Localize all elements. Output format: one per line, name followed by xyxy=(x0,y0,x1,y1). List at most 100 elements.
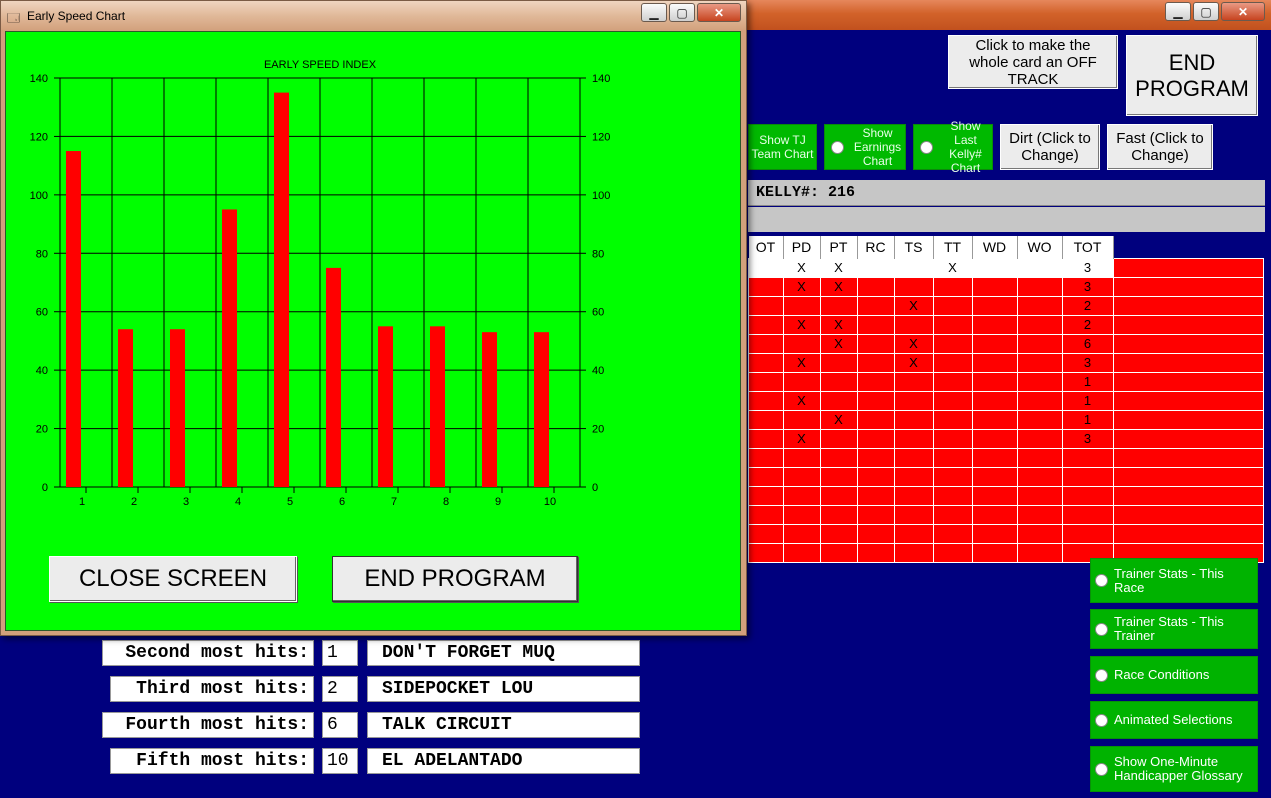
table-cell xyxy=(1016,372,1063,392)
table-cell xyxy=(856,372,895,392)
chart-maximize-button[interactable]: ▢ xyxy=(669,3,695,22)
table-cell: X xyxy=(782,391,821,411)
table-cell xyxy=(932,372,973,392)
fifth-hits-number: 10 xyxy=(322,748,358,774)
chart-window-title-bar[interactable]: 🗔 Early Speed Chart ▁ ▢ ✕ xyxy=(1,1,746,31)
chart-close-button[interactable]: ✕ xyxy=(697,3,741,22)
table-cell xyxy=(819,448,858,468)
trainer-race-radio[interactable] xyxy=(1095,574,1108,587)
fourth-hits-label: Fourth most hits: xyxy=(102,712,314,738)
y-tick-label-left: 40 xyxy=(36,365,48,377)
table-cell xyxy=(971,315,1018,335)
table-cell xyxy=(1061,505,1114,525)
table-cell xyxy=(971,429,1018,449)
column-header-wo: WO xyxy=(1017,236,1063,259)
table-cell xyxy=(748,334,784,354)
column-header-pd: PD xyxy=(783,236,821,259)
close-screen-button[interactable]: CLOSE SCREEN xyxy=(49,556,297,602)
table-cell-filler xyxy=(1113,258,1264,278)
table-row: X2 xyxy=(748,296,1264,316)
factor-table-header: OT PD PT RC TS TT WD WO TOT xyxy=(748,236,1264,259)
x-tick-label: 10 xyxy=(544,496,556,508)
kelly-chart-option[interactable]: Show Last Kelly# Chart xyxy=(913,119,993,175)
table-cell xyxy=(893,448,934,468)
table-cell xyxy=(819,486,858,506)
glossary-option[interactable]: Show One-Minute Handicapper Glossary xyxy=(1090,746,1258,792)
table-cell-filler xyxy=(1113,391,1264,411)
x-tick-label: 8 xyxy=(443,496,449,508)
factor-table: OT PD PT RC TS TT WD WO TOT XXX3XX3X2XX2XX6XX31X… xyxy=(748,236,1264,563)
table-cell xyxy=(819,296,858,316)
third-hits-label: Third most hits: xyxy=(110,676,314,702)
y-tick-label-left: 60 xyxy=(36,307,48,319)
table-cell-filler xyxy=(1113,410,1264,430)
table-cell xyxy=(1016,448,1063,468)
fourth-hits-horse: TALK CIRCUIT xyxy=(367,712,640,738)
dirt-button[interactable]: Dirt (Click to Change) xyxy=(1000,124,1100,170)
table-cell xyxy=(893,391,934,411)
table-row xyxy=(748,486,1264,506)
earnings-radio[interactable] xyxy=(831,140,844,154)
table-cell xyxy=(971,524,1018,544)
table-cell xyxy=(748,372,784,392)
tj-team-chart-option[interactable]: Show TJ Team Chart xyxy=(748,124,817,170)
column-header-rc: RC xyxy=(857,236,895,259)
table-row: X X 3 xyxy=(748,353,1264,373)
chart-client-area: EARLY SPEED INDEX 0 0 20 20 40 40 60 60 80 80 100 10… xyxy=(5,31,741,631)
fifth-hits-label: Fifth most hits: xyxy=(110,748,314,774)
chart-title: EARLY SPEED INDEX xyxy=(264,59,377,71)
race-conditions-label: Race Conditions xyxy=(1114,667,1210,682)
race-conditions-radio[interactable] xyxy=(1095,668,1108,682)
table-cell-filler xyxy=(1113,353,1264,373)
table-cell xyxy=(971,448,1018,468)
main-minimize-button[interactable]: ▁ xyxy=(1165,2,1191,21)
earnings-chart-option[interactable]: Show Earnings Chart xyxy=(824,124,906,170)
y-tick-label-left: 120 xyxy=(30,131,48,143)
end-program-button-chart[interactable]: END PROGRAM xyxy=(332,556,578,602)
race-conditions-option[interactable]: Race Conditions xyxy=(1090,656,1258,694)
table-cell: 1 xyxy=(1061,391,1114,411)
table-cell xyxy=(856,334,895,354)
table-cell xyxy=(1016,429,1063,449)
fast-button[interactable]: Fast (Click to Change) xyxy=(1107,124,1213,170)
trainer-trainer-radio[interactable] xyxy=(1095,622,1108,636)
table-cell xyxy=(971,486,1018,506)
kelly-radio[interactable] xyxy=(920,140,933,154)
end-program-button-main[interactable]: END PROGRAM xyxy=(1126,35,1258,116)
table-cell xyxy=(856,277,895,297)
table-cell xyxy=(1016,334,1063,354)
table-cell xyxy=(932,334,973,354)
early-speed-chart: EARLY SPEED INDEX 0 0 20 20 40 40 60 60 80 80 100 10… xyxy=(30,59,611,508)
table-cell: 6 xyxy=(1061,334,1114,354)
trainer-stats-trainer-option[interactable]: Trainer Stats - This Trainer xyxy=(1090,609,1258,649)
table-cell xyxy=(932,410,973,430)
chart-minimize-button[interactable]: ▁ xyxy=(641,3,667,22)
glossary-radio[interactable] xyxy=(1095,762,1108,776)
table-cell xyxy=(819,543,858,563)
animated-selections-option[interactable]: Animated Selections xyxy=(1090,701,1258,739)
table-cell xyxy=(819,505,858,525)
table-cell xyxy=(971,353,1018,373)
table-cell xyxy=(932,315,973,335)
off-track-button[interactable]: Click to make the whole card an OFF TRAC… xyxy=(948,35,1118,89)
table-cell xyxy=(971,277,1018,297)
x-tick-label: 7 xyxy=(391,496,397,508)
table-cell xyxy=(748,429,784,449)
main-close-button[interactable]: ✕ xyxy=(1221,2,1265,21)
table-cell xyxy=(748,448,784,468)
table-cell: 3 xyxy=(1061,277,1114,297)
x-tick-label: 9 xyxy=(495,496,501,508)
fourth-hits-number: 6 xyxy=(322,712,358,738)
table-cell: X xyxy=(819,315,858,335)
table-cell xyxy=(971,505,1018,525)
table-cell xyxy=(782,524,821,544)
animated-selections-radio[interactable] xyxy=(1095,713,1108,727)
table-cell xyxy=(782,505,821,525)
table-cell xyxy=(932,524,973,544)
animated-selections-label: Animated Selections xyxy=(1114,712,1233,727)
table-cell-filler xyxy=(1113,505,1264,525)
table-cell xyxy=(893,258,934,278)
bar-6 xyxy=(326,267,341,487)
main-maximize-button[interactable]: ▢ xyxy=(1193,2,1219,21)
trainer-stats-race-option[interactable]: Trainer Stats - This Race xyxy=(1090,558,1258,603)
